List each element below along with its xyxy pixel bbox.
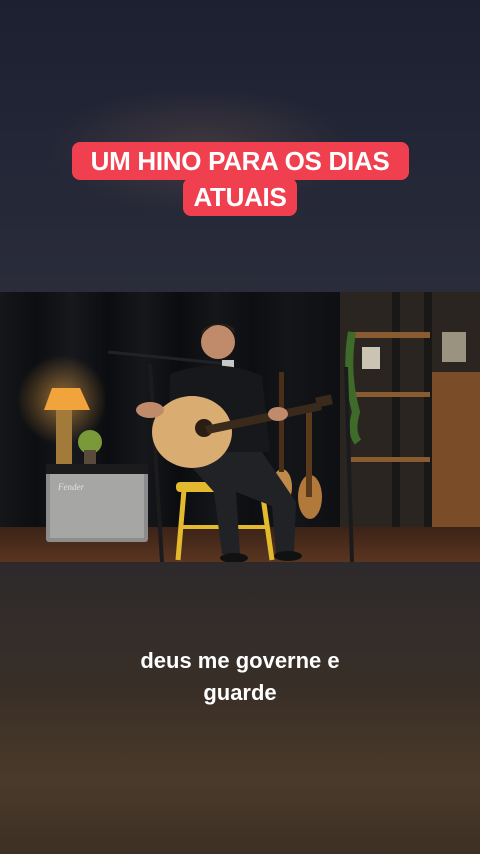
musician-hand-2 [268,407,288,421]
shelf-post [392,292,400,537]
acoustic-guitar-body [152,396,232,468]
video-frame[interactable]: Fender [0,292,480,562]
title-line-1: UM HINO PARA OS DIAS [71,142,409,180]
shelf-lamp [362,347,380,369]
video-scene: Fender [0,292,480,562]
lyrics-caption: deus me governe e guarde [0,645,480,709]
musician-hand [136,402,164,418]
plant-pot [84,450,96,464]
shelf-board [350,332,430,338]
title-line-2: ATUAIS [183,178,297,216]
shelf-post-2 [424,292,432,537]
caption-line-2: guarde [203,680,277,705]
background-guitar-2-neck [279,372,284,472]
caption-line-1: deus me governe e [140,648,340,673]
wood-panel [430,372,480,532]
shelf-board-3 [350,457,430,462]
wall-lamp [442,332,466,362]
amp-top-panel [46,464,148,474]
musician-shoe-2 [274,551,302,561]
shelf-board-2 [350,392,430,397]
background-guitar-neck [306,407,312,497]
lamp-base [56,410,72,464]
title-overlay: UM HINO PARA OS DIAS ATUAIS [0,142,480,216]
amp-logo: Fender [57,482,84,492]
